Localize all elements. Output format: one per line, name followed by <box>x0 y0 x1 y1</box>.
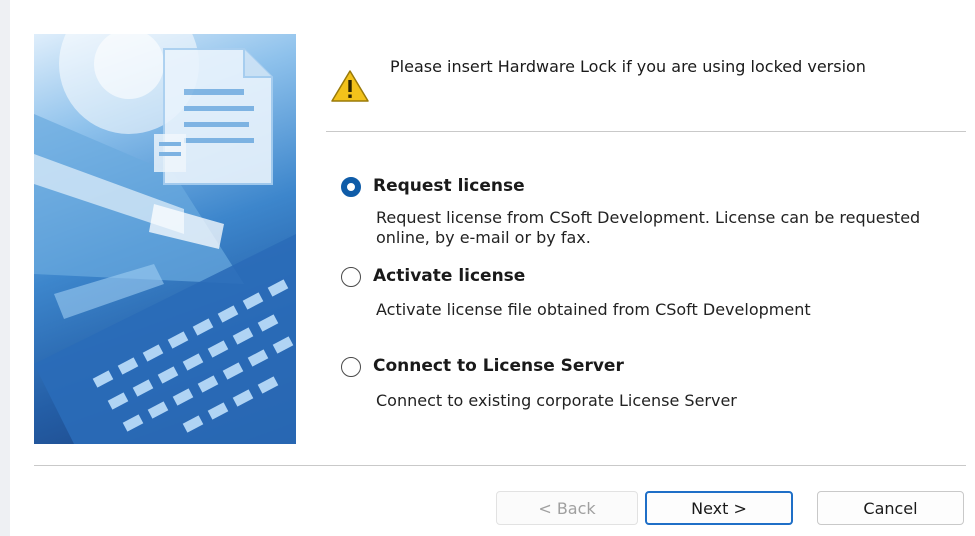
request-license-radio[interactable] <box>341 177 361 197</box>
activate-license-label[interactable]: Activate license <box>373 265 525 287</box>
hardware-lock-notice: Please insert Hardware Lock if you are u… <box>390 57 866 76</box>
connect-license-server-label[interactable]: Connect to License Server <box>373 355 624 377</box>
warning-icon <box>331 70 369 102</box>
wizard-banner-image <box>34 34 296 444</box>
footer-divider <box>34 465 966 466</box>
next-button[interactable]: Next > <box>645 491 793 525</box>
activate-license-radio[interactable] <box>341 267 361 287</box>
window-edge <box>0 0 10 536</box>
cancel-button[interactable]: Cancel <box>817 491 964 525</box>
connect-license-server-radio[interactable] <box>341 357 361 377</box>
request-license-description: Request license from CSoft Development. … <box>376 208 921 247</box>
notice-divider <box>326 131 966 132</box>
back-button[interactable]: < Back <box>496 491 638 525</box>
connect-license-server-description: Connect to existing corporate License Se… <box>376 391 737 410</box>
request-license-label[interactable]: Request license <box>373 175 525 197</box>
activate-license-description: Activate license file obtained from CSof… <box>376 300 811 319</box>
